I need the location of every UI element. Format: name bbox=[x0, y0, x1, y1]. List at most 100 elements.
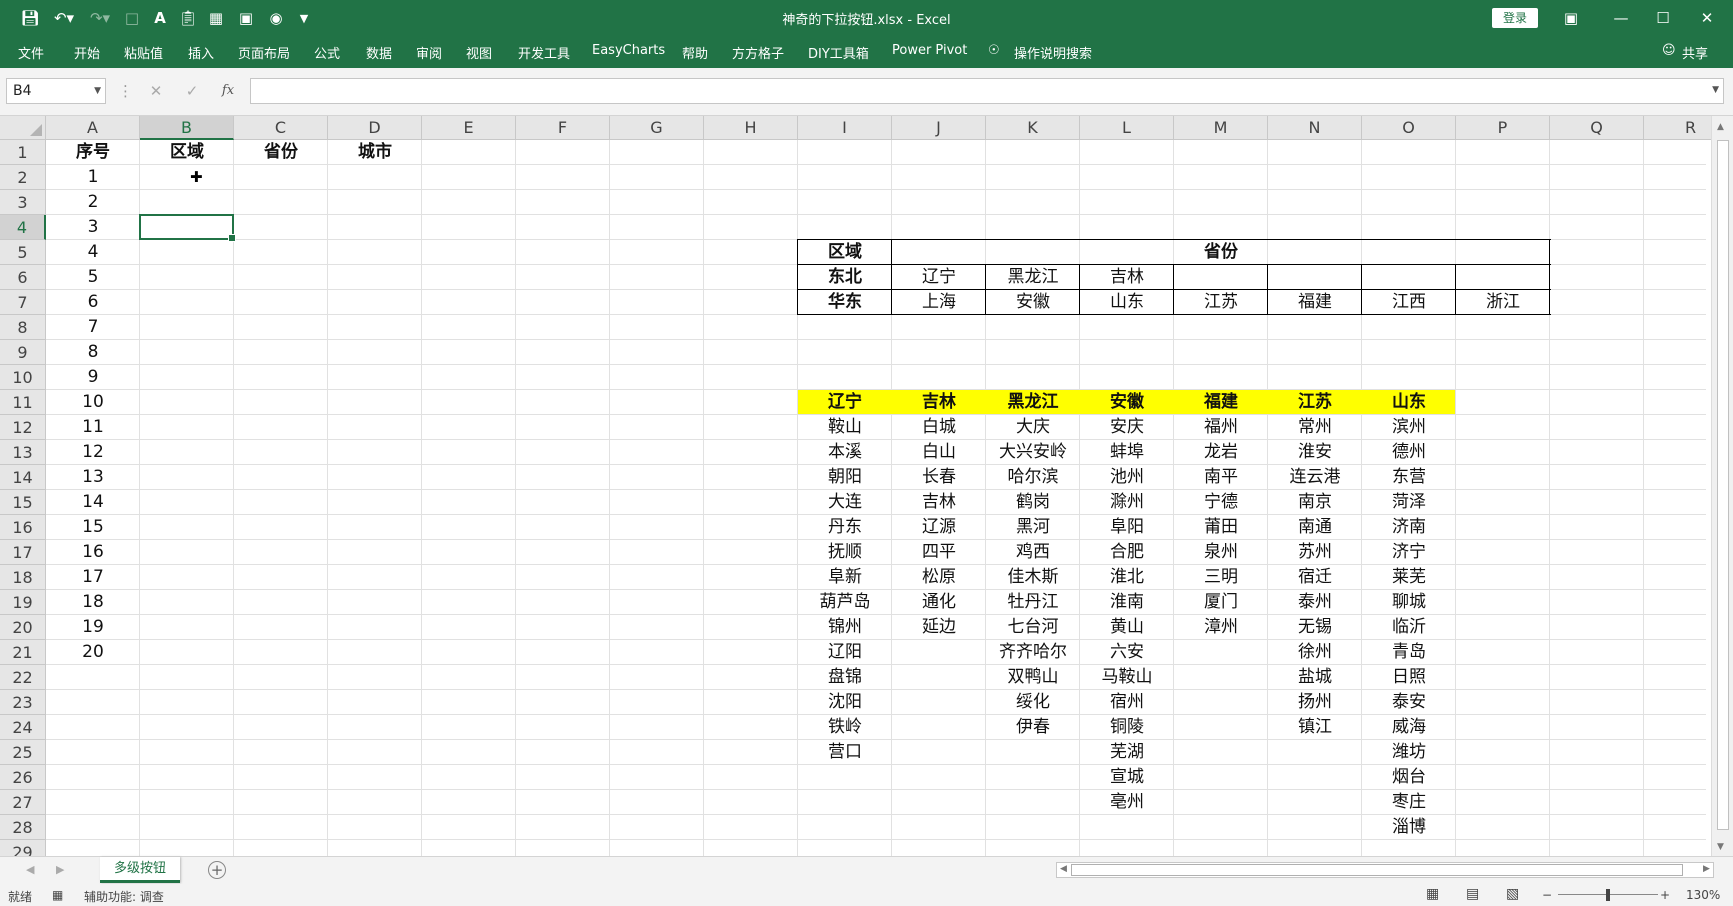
login-button[interactable]: 登录 bbox=[1492, 8, 1538, 28]
city-cell[interactable]: 东营 bbox=[1362, 465, 1456, 490]
city-cell[interactable]: 南平 bbox=[1174, 465, 1268, 490]
city-cell[interactable]: 哈尔滨 bbox=[986, 465, 1080, 490]
city-cell[interactable]: 吉林 bbox=[892, 490, 986, 515]
row-header[interactable]: 16 bbox=[0, 515, 46, 540]
province-cell[interactable]: 浙江 bbox=[1456, 290, 1550, 315]
scroll-right-icon[interactable]: ▶ bbox=[1703, 864, 1710, 874]
city-cell[interactable]: 滁州 bbox=[1080, 490, 1174, 515]
city-cell[interactable]: 绥化 bbox=[986, 690, 1080, 715]
city-cell[interactable]: 厦门 bbox=[1174, 590, 1268, 615]
ribbon-tab[interactable]: 文件 bbox=[18, 43, 44, 62]
city-cell[interactable]: 辽源 bbox=[892, 515, 986, 540]
city-cell[interactable]: 济南 bbox=[1362, 515, 1456, 540]
sequence-cell[interactable]: 11 bbox=[46, 415, 140, 440]
close-icon[interactable]: ✕ bbox=[1692, 6, 1722, 30]
sequence-cell[interactable]: 17 bbox=[46, 565, 140, 590]
city-cell[interactable]: 龙岩 bbox=[1174, 440, 1268, 465]
row-header[interactable]: 15 bbox=[0, 490, 46, 515]
selected-cell[interactable] bbox=[139, 214, 236, 242]
city-cell[interactable]: 青岛 bbox=[1362, 640, 1456, 665]
next-sheet-icon[interactable]: ▶ bbox=[56, 863, 64, 876]
city-cell[interactable]: 漳州 bbox=[1174, 615, 1268, 640]
city-cell[interactable]: 朝阳 bbox=[798, 465, 892, 490]
column-header[interactable]: O bbox=[1362, 116, 1456, 140]
city-cell[interactable]: 镇江 bbox=[1268, 715, 1362, 740]
row-header[interactable]: 23 bbox=[0, 690, 46, 715]
normal-view-icon[interactable]: ▦ bbox=[1426, 886, 1439, 902]
column-title-cell[interactable]: 区域 bbox=[140, 140, 234, 165]
city-header-cell[interactable]: 山东 bbox=[1362, 390, 1456, 415]
macro-record-icon[interactable]: ▦ bbox=[52, 888, 63, 902]
ribbon-tab[interactable]: 视图 bbox=[466, 43, 492, 62]
row-header[interactable]: 28 bbox=[0, 815, 46, 840]
ribbon-tab[interactable]: DIY工具箱 bbox=[808, 43, 869, 62]
share-button[interactable]: 共享 bbox=[1682, 43, 1708, 62]
city-cell[interactable]: 盐城 bbox=[1268, 665, 1362, 690]
city-cell[interactable]: 沈阳 bbox=[798, 690, 892, 715]
city-cell[interactable]: 大连 bbox=[798, 490, 892, 515]
city-cell[interactable]: 大兴安岭 bbox=[986, 440, 1080, 465]
ribbon-tab[interactable]: 审阅 bbox=[416, 43, 442, 62]
city-cell[interactable]: 连云港 bbox=[1268, 465, 1362, 490]
column-header[interactable]: C bbox=[234, 116, 328, 140]
city-cell[interactable]: 阜新 bbox=[798, 565, 892, 590]
city-header-cell[interactable]: 福建 bbox=[1174, 390, 1268, 415]
province-cell[interactable]: 江西 bbox=[1362, 290, 1456, 315]
vertical-scrollbar[interactable]: ▲ ▼ bbox=[1711, 116, 1733, 856]
column-header[interactable]: L bbox=[1080, 116, 1174, 140]
city-cell[interactable]: 牡丹江 bbox=[986, 590, 1080, 615]
city-cell[interactable]: 七台河 bbox=[986, 615, 1080, 640]
row-header[interactable]: 5 bbox=[0, 240, 46, 265]
city-cell[interactable]: 南通 bbox=[1268, 515, 1362, 540]
city-cell[interactable]: 南京 bbox=[1268, 490, 1362, 515]
sequence-cell[interactable]: 1 bbox=[46, 165, 140, 190]
scroll-left-icon[interactable]: ◀ bbox=[1060, 864, 1067, 874]
sequence-cell[interactable]: 16 bbox=[46, 540, 140, 565]
column-header[interactable]: F bbox=[516, 116, 610, 140]
region-header-cell[interactable]: 区域 bbox=[798, 240, 892, 265]
sequence-cell[interactable]: 7 bbox=[46, 315, 140, 340]
city-cell[interactable]: 伊春 bbox=[986, 715, 1080, 740]
city-header-cell[interactable]: 黑龙江 bbox=[986, 390, 1080, 415]
city-cell[interactable]: 莆田 bbox=[1174, 515, 1268, 540]
row-header[interactable]: 11 bbox=[0, 390, 46, 415]
city-cell[interactable]: 锦州 bbox=[798, 615, 892, 640]
city-cell[interactable]: 潍坊 bbox=[1362, 740, 1456, 765]
city-cell[interactable]: 鸡西 bbox=[986, 540, 1080, 565]
city-cell[interactable]: 蚌埠 bbox=[1080, 440, 1174, 465]
formula-input[interactable]: ▼ bbox=[250, 78, 1724, 104]
chevron-down-icon[interactable]: ▼ bbox=[94, 79, 101, 103]
city-cell[interactable]: 铜陵 bbox=[1080, 715, 1174, 740]
column-title-cell[interactable]: 序号 bbox=[46, 140, 140, 165]
sheet-tab[interactable]: 多级按钮 bbox=[100, 857, 180, 883]
row-header[interactable]: 18 bbox=[0, 565, 46, 590]
sequence-cell[interactable]: 19 bbox=[46, 615, 140, 640]
sequence-cell[interactable]: 18 bbox=[46, 590, 140, 615]
row-header[interactable]: 21 bbox=[0, 640, 46, 665]
name-box[interactable]: B4 ▼ bbox=[6, 78, 106, 104]
minimize-icon[interactable]: — bbox=[1606, 6, 1636, 30]
sequence-cell[interactable]: 10 bbox=[46, 390, 140, 415]
horizontal-scrollbar[interactable]: ◀ ▶ bbox=[1056, 862, 1714, 878]
zoom-out-icon[interactable]: − bbox=[1542, 888, 1552, 902]
zoom-level[interactable]: 130% bbox=[1686, 888, 1720, 902]
region-cell[interactable]: 东北 bbox=[798, 265, 892, 290]
city-cell[interactable]: 长春 bbox=[892, 465, 986, 490]
sequence-cell[interactable]: 20 bbox=[46, 640, 140, 665]
city-cell[interactable]: 黄山 bbox=[1080, 615, 1174, 640]
city-cell[interactable]: 延边 bbox=[892, 615, 986, 640]
city-cell[interactable]: 六安 bbox=[1080, 640, 1174, 665]
row-header[interactable]: 19 bbox=[0, 590, 46, 615]
row-header[interactable]: 13 bbox=[0, 440, 46, 465]
row-header[interactable]: 1 bbox=[0, 140, 46, 165]
sequence-cell[interactable]: 6 bbox=[46, 290, 140, 315]
column-header[interactable]: D bbox=[328, 116, 422, 140]
city-cell[interactable]: 淮北 bbox=[1080, 565, 1174, 590]
city-cell[interactable]: 德州 bbox=[1362, 440, 1456, 465]
ribbon-tab[interactable]: 数据 bbox=[366, 43, 392, 62]
province-header-cell[interactable]: 省份 bbox=[892, 240, 1550, 265]
city-cell[interactable]: 鞍山 bbox=[798, 415, 892, 440]
province-cell[interactable]: 福建 bbox=[1268, 290, 1362, 315]
region-cell[interactable]: 华东 bbox=[798, 290, 892, 315]
city-cell[interactable]: 盘锦 bbox=[798, 665, 892, 690]
